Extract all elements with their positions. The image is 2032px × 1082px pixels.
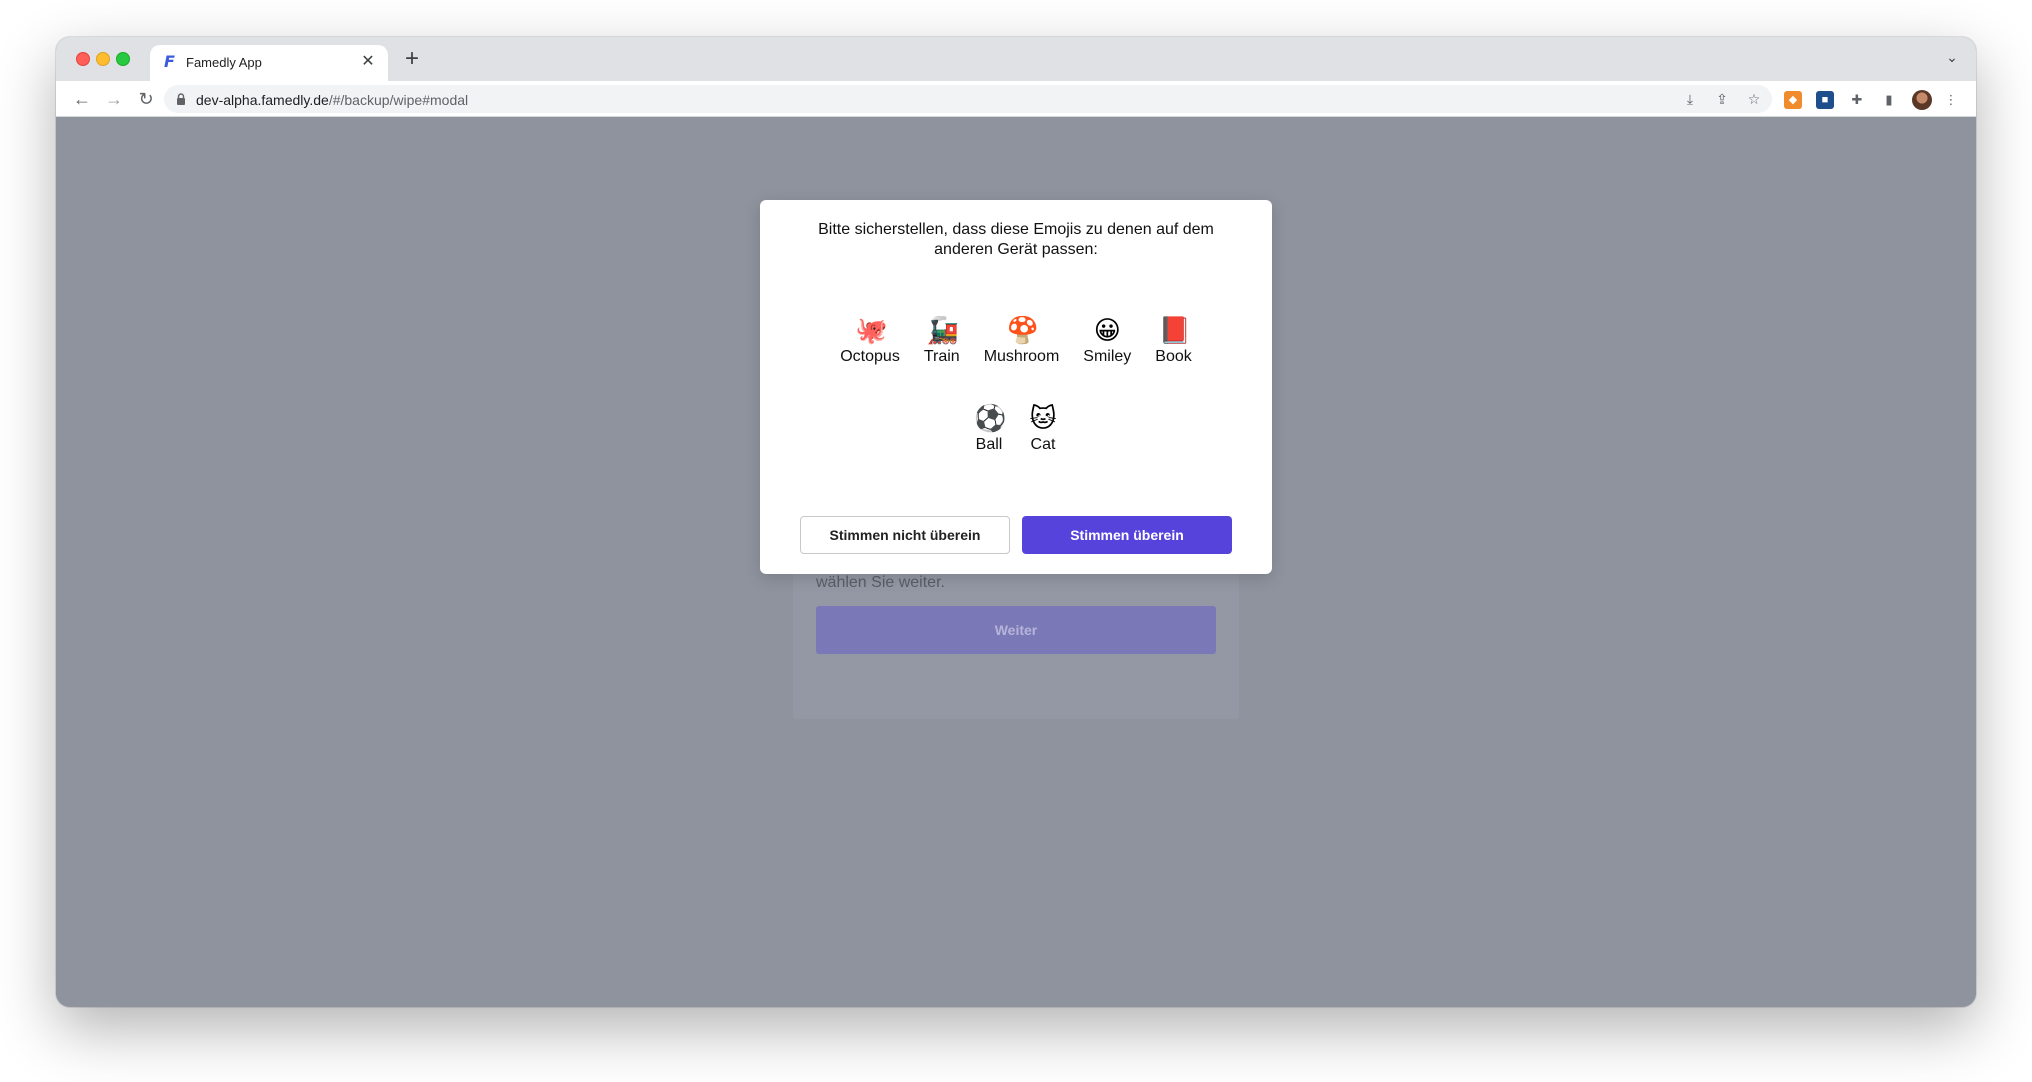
emoji-cat: 🐱 Cat xyxy=(1028,404,1058,454)
emoji-row-1: 🐙 Octopus 🚂 Train 🍄 Mushroom 😀 Smiley 📕 xyxy=(760,316,1272,366)
page-viewport: Geben Sie die URL und Anmeldedaten ein, … xyxy=(56,117,1976,1007)
chevron-down-icon[interactable]: ⌄ xyxy=(1942,47,1962,67)
book-icon: 📕 xyxy=(1158,316,1191,346)
smiley-icon: 😀 xyxy=(1093,316,1121,346)
reload-icon[interactable]: ↻ xyxy=(132,85,160,113)
tab-famedly[interactable]: F Famedly App ✕ xyxy=(150,45,388,81)
browser-toolbar: ← → ↻ dev-alpha.famedly.de/#/backup/wipe… xyxy=(56,81,1976,117)
side-panel-icon[interactable]: ▮ xyxy=(1880,91,1898,109)
octopus-icon: 🐙 xyxy=(855,316,888,346)
url-domain: dev-alpha.famedly.de xyxy=(196,92,329,108)
cat-icon: 🐱 xyxy=(1029,404,1057,434)
url-path: /#/backup/wipe#modal xyxy=(328,92,469,108)
emoji-verification-modal: Bitte sicherstellen, dass diese Emojis z… xyxy=(760,200,1272,574)
close-icon[interactable]: ✕ xyxy=(358,52,378,72)
emoji-label: Mushroom xyxy=(983,348,1060,365)
mismatch-button[interactable]: Stimmen nicht überein xyxy=(800,516,1010,554)
back-arrow-icon[interactable]: ← xyxy=(68,85,96,113)
maximize-window-button[interactable] xyxy=(116,52,130,66)
close-window-button[interactable] xyxy=(76,52,90,66)
modal-title: Bitte sicherstellen, dass diese Emojis z… xyxy=(818,221,1214,258)
puzzle-icon[interactable]: ✚ xyxy=(1848,91,1866,109)
emoji-label: Train xyxy=(923,348,960,365)
browser-window: F Famedly App ✕ + ⌄ ← → ↻ dev-alpha.fame… xyxy=(56,37,1976,1007)
match-button[interactable]: Stimmen überein xyxy=(1022,516,1232,554)
emoji-book: 📕 Book xyxy=(1155,316,1191,366)
emoji-train: 🚂 Train xyxy=(924,316,960,366)
emoji-octopus: 🐙 Octopus xyxy=(840,316,900,366)
lock-icon xyxy=(177,93,185,105)
kebab-menu-icon[interactable]: ⋮ xyxy=(1942,91,1960,109)
famedly-logo-icon: F xyxy=(164,52,175,71)
minimize-window-button[interactable] xyxy=(96,52,110,66)
continue-button: Weiter xyxy=(816,606,1216,654)
emoji-ball: ⚽ Ball xyxy=(974,404,1007,454)
address-bar[interactable]: dev-alpha.famedly.de/#/backup/wipe#modal… xyxy=(164,85,1772,113)
tab-title: Famedly App xyxy=(186,55,262,70)
install-app-icon[interactable]: ⤓ xyxy=(1682,91,1698,107)
emoji-label: Octopus xyxy=(840,348,900,365)
emoji-label: Smiley xyxy=(1083,348,1132,365)
star-icon[interactable]: ☆ xyxy=(1746,91,1762,107)
share-icon[interactable]: ⇪ xyxy=(1714,91,1730,107)
emoji-row-2: ⚽ Ball 🐱 Cat xyxy=(760,404,1272,454)
avatar[interactable] xyxy=(1912,90,1932,110)
emoji-label: Cat xyxy=(1030,436,1056,453)
extension-orange-icon[interactable]: ◆ xyxy=(1784,91,1802,109)
emoji-label: Book xyxy=(1155,348,1192,365)
forward-arrow-icon[interactable]: → xyxy=(100,85,128,113)
tab-strip: F Famedly App ✕ + ⌄ xyxy=(56,37,1976,81)
train-icon: 🚂 xyxy=(926,316,960,346)
ball-icon: ⚽ xyxy=(974,404,1007,434)
mushroom-icon: 🍄 xyxy=(1006,316,1039,346)
emoji-mushroom: 🍄 Mushroom xyxy=(984,316,1060,366)
emoji-label: Ball xyxy=(975,436,1003,453)
new-tab-button[interactable]: + xyxy=(398,45,426,73)
emoji-smiley: 😀 Smiley xyxy=(1083,316,1131,366)
extension-blue-icon[interactable]: ■ xyxy=(1816,91,1834,109)
url-text: dev-alpha.famedly.de/#/backup/wipe#modal xyxy=(196,92,468,108)
